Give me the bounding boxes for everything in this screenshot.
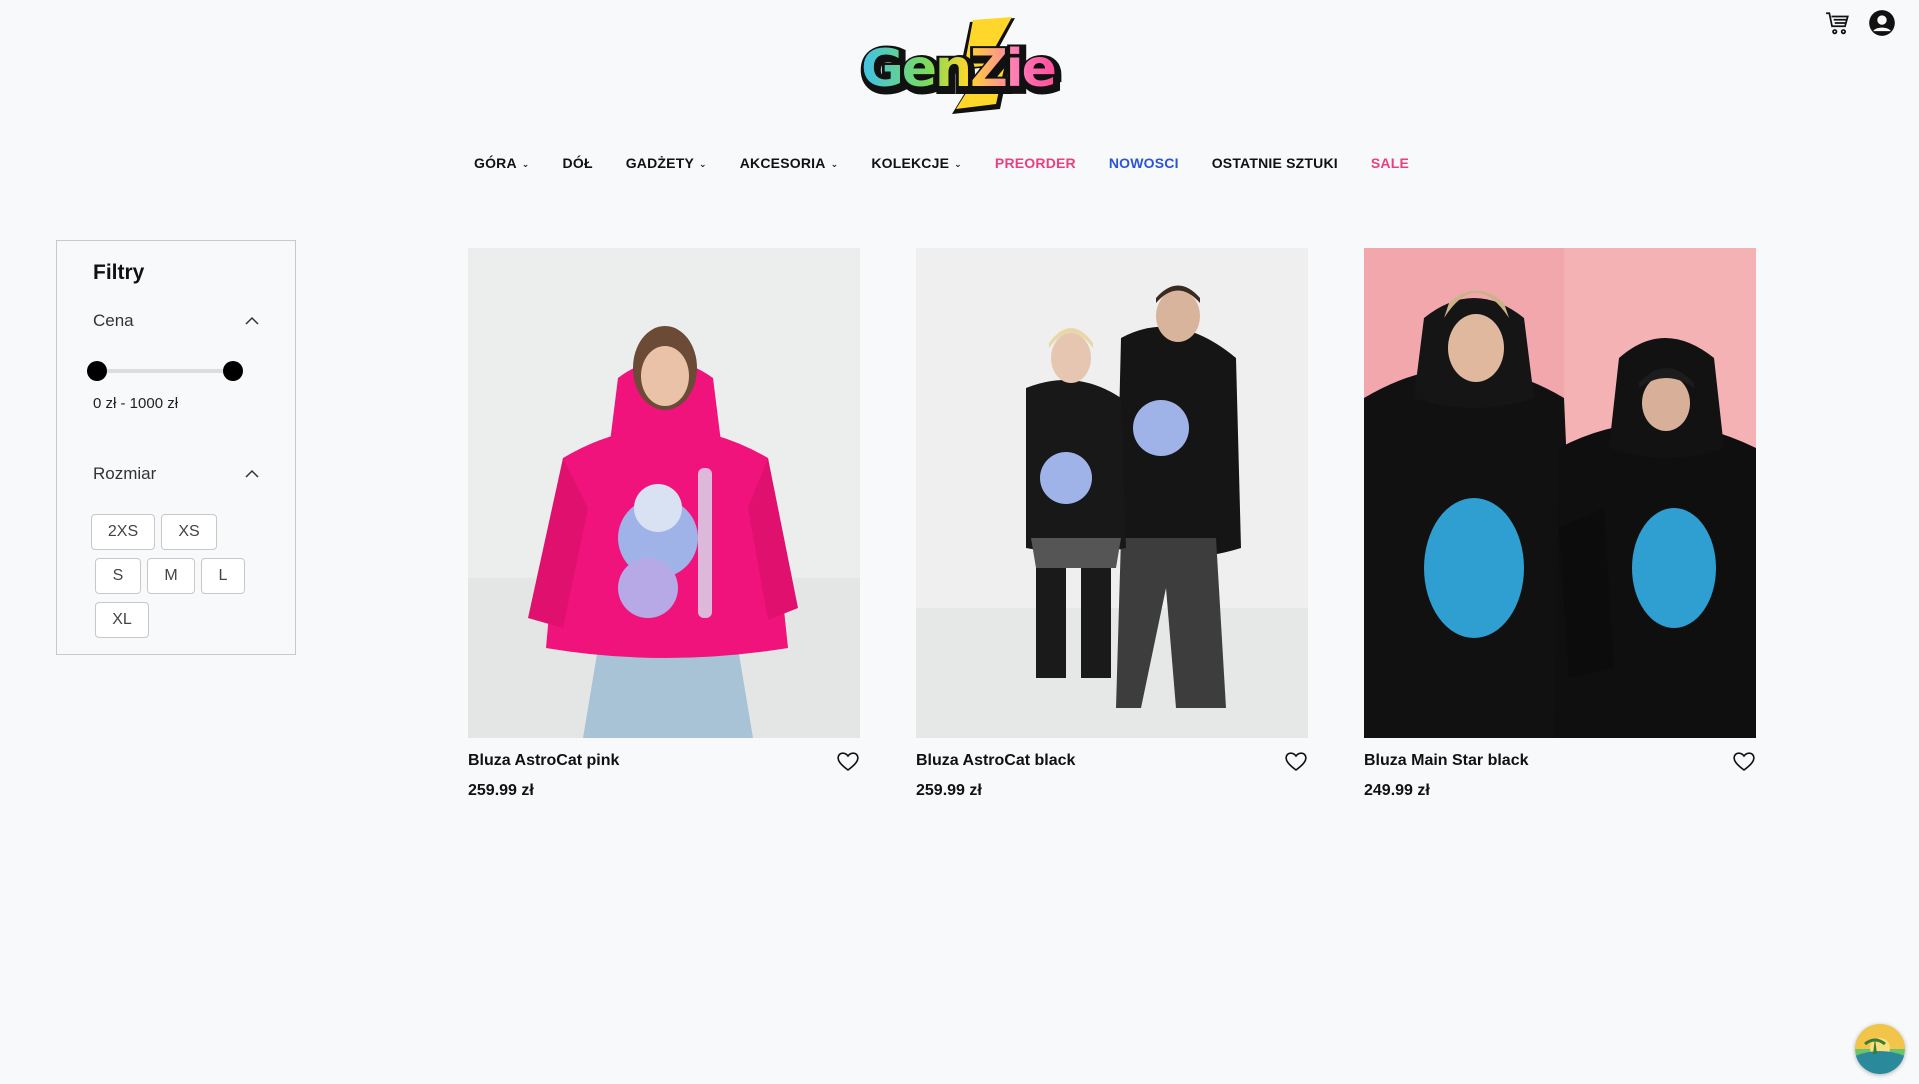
chevron-up-icon bbox=[245, 316, 259, 325]
size-option-2xs[interactable]: 2XS bbox=[91, 514, 155, 550]
nav-item-4[interactable]: KOLEKCJE ⌄ bbox=[871, 155, 962, 171]
price-range-min-handle[interactable] bbox=[87, 361, 107, 381]
nav-item-label: NOWOSCI bbox=[1108, 155, 1179, 171]
nav-item-5[interactable]: PREORDER bbox=[995, 155, 1076, 171]
size-option-xl[interactable]: XL bbox=[95, 602, 149, 638]
header-actions bbox=[1823, 8, 1897, 38]
filters-panel: Filtry Cena 0 zł - 1000 zł Rozmiar 2XS X… bbox=[56, 240, 296, 655]
nav-item-label: OSTATNIE SZTUKI bbox=[1211, 155, 1338, 171]
nav-item-2[interactable]: GADŻETY ⌄ bbox=[626, 155, 707, 171]
product-title[interactable]: Bluza AstroCat pink bbox=[468, 752, 619, 770]
size-option-s[interactable]: S bbox=[95, 558, 141, 594]
nav-item-label: GÓRA bbox=[473, 155, 517, 171]
nav-item-label: PREORDER bbox=[994, 155, 1076, 171]
size-filter-label: Rozmiar bbox=[93, 464, 157, 483]
account-icon[interactable] bbox=[1867, 8, 1897, 38]
product-title[interactable]: Bluza Main Star black bbox=[1364, 752, 1529, 770]
nav-item-3[interactable]: AKCESORIA ⌄ bbox=[740, 155, 839, 171]
chevron-down-icon: ⌄ bbox=[830, 158, 839, 169]
product-image[interactable] bbox=[468, 248, 860, 738]
nav-item-8[interactable]: SALE bbox=[1371, 155, 1409, 171]
brand-logo[interactable]: GenZie GenZie bbox=[835, 14, 1085, 124]
price-range-max-handle[interactable] bbox=[223, 361, 243, 381]
nav-item-label: KOLEKCJE bbox=[871, 155, 950, 171]
size-option-l[interactable]: L bbox=[201, 558, 245, 594]
nav-item-7[interactable]: OSTATNIE SZTUKI bbox=[1212, 155, 1338, 171]
price-range-track bbox=[95, 369, 229, 373]
wishlist-heart-icon[interactable] bbox=[1284, 750, 1308, 772]
chevron-down-icon: ⌄ bbox=[954, 158, 962, 169]
chevron-down-icon: ⌄ bbox=[521, 158, 530, 169]
size-option-xs[interactable]: XS bbox=[161, 514, 217, 550]
product-card: Bluza Main Star black 249.99 zł bbox=[1364, 248, 1756, 800]
nav-item-0[interactable]: GÓRA ⌄ bbox=[474, 155, 530, 171]
chevron-up-icon bbox=[245, 469, 259, 478]
price-range-label: 0 zł - 1000 zł bbox=[93, 395, 179, 412]
product-card: Bluza AstroCat pink 259.99 zł bbox=[468, 248, 860, 800]
product-price: 249.99 zł bbox=[1364, 782, 1430, 799]
product-price: 259.99 zł bbox=[916, 782, 982, 799]
product-title[interactable]: Bluza AstroCat black bbox=[916, 752, 1075, 770]
nav-item-label: AKCESORIA bbox=[739, 155, 826, 171]
filters-title: Filtry bbox=[93, 261, 145, 284]
size-options: 2XS XS S M L XL bbox=[91, 514, 271, 638]
chat-widget-icon[interactable] bbox=[1855, 1024, 1905, 1074]
price-range-slider[interactable] bbox=[87, 361, 243, 381]
main-navigation: GÓRA ⌄ DÓŁ GADŻETY ⌄ AKCESORIA ⌄ KOLEKCJE ⌄ PREOR… bbox=[0, 155, 1919, 171]
size-option-m[interactable]: M bbox=[147, 558, 195, 594]
product-image[interactable] bbox=[1364, 248, 1756, 738]
product-image[interactable] bbox=[916, 248, 1308, 738]
nav-item-6[interactable]: NOWOSCI bbox=[1109, 155, 1179, 171]
nav-item-label: GADŻETY bbox=[625, 155, 694, 171]
wishlist-heart-icon[interactable] bbox=[836, 750, 860, 772]
wishlist-heart-icon[interactable] bbox=[1732, 750, 1756, 772]
price-filter-toggle[interactable]: Cena bbox=[93, 311, 259, 331]
nav-item-1[interactable]: DÓŁ bbox=[563, 155, 593, 171]
svg-text:GenZie: GenZie bbox=[861, 39, 1055, 99]
nav-item-label: DÓŁ bbox=[562, 155, 593, 171]
nav-item-label: SALE bbox=[1370, 155, 1409, 171]
chevron-down-icon: ⌄ bbox=[699, 158, 707, 169]
product-card: Bluza AstroCat black 259.99 zł bbox=[916, 248, 1308, 800]
price-filter-label: Cena bbox=[93, 311, 134, 330]
cart-icon[interactable] bbox=[1823, 8, 1853, 38]
product-price: 259.99 zł bbox=[468, 782, 534, 799]
product-grid: Bluza AstroCat pink 259.99 zł Bluza Astr… bbox=[468, 248, 1756, 800]
size-filter-toggle[interactable]: Rozmiar bbox=[93, 464, 259, 484]
